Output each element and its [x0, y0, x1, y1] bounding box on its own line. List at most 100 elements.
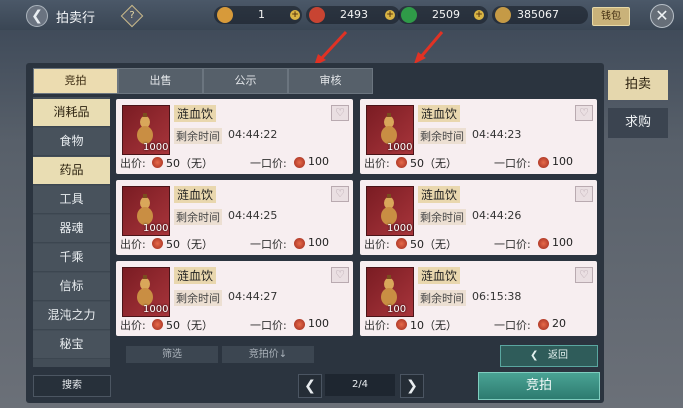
gourd-icon — [137, 113, 153, 144]
remaining-time-label: 剩余时间 — [418, 128, 466, 144]
bid-label: 出价: — [120, 157, 146, 170]
buyout-value: 100 — [552, 155, 573, 168]
category-tools[interactable]: 工具 — [33, 186, 110, 214]
red-coin-icon — [294, 157, 305, 168]
item-thumbnail: 1000 — [122, 267, 170, 317]
item-quantity: 1000 — [387, 223, 413, 234]
gourd-icon — [381, 275, 397, 306]
next-page-button[interactable]: ❯ — [400, 374, 424, 398]
buyout-value: 20 — [552, 317, 566, 330]
red-arrow-icon — [414, 31, 444, 64]
red-coin-icon — [294, 319, 305, 330]
favorite-heart-icon[interactable]: ♡ — [575, 186, 593, 202]
bid-value: 50（无） — [166, 238, 213, 251]
add-resource-button[interactable]: + — [474, 10, 484, 20]
favorite-heart-icon[interactable]: ♡ — [331, 186, 349, 202]
back-button[interactable]: ❮ — [26, 5, 48, 27]
tab-auction[interactable]: 竞拍 — [33, 68, 118, 94]
side-tab-auction[interactable]: 拍卖 — [608, 70, 668, 100]
item-name: 涟血饮 — [418, 267, 461, 284]
red-arrow-icon — [314, 30, 348, 66]
gourd-icon — [137, 194, 153, 225]
item-quantity: 1000 — [387, 142, 413, 153]
category-food[interactable]: 食物 — [33, 128, 110, 156]
favorite-heart-icon[interactable]: ♡ — [575, 267, 593, 283]
remaining-time: 04:44:25 — [228, 209, 278, 222]
search-button[interactable]: 搜索 — [33, 375, 111, 397]
bid-button[interactable]: 竞拍 — [478, 372, 600, 400]
auction-card[interactable]: 100 涟血饮 ♡ 剩余时间 06:15:38 出价: 10（无） 一口价: 2… — [360, 261, 597, 336]
item-name: 涟血饮 — [174, 105, 217, 122]
auction-card[interactable]: 1000 涟血饮 ♡ 剩余时间 04:44:27 出价: 50（无） 一口价: … — [116, 261, 353, 336]
bid-value: 50（无） — [166, 319, 213, 332]
auction-card[interactable]: 1000 涟血饮 ♡ 剩余时间 04:44:22 出价: 50（无） 一口价: … — [116, 99, 353, 174]
gourd-icon — [381, 113, 397, 144]
remaining-time-label: 剩余时间 — [174, 128, 222, 144]
category-soul[interactable]: 器魂 — [33, 215, 110, 243]
item-thumbnail: 1000 — [366, 105, 414, 155]
add-resource-button[interactable]: + — [290, 10, 300, 20]
auction-card[interactable]: 1000 涟血饮 ♡ 剩余时间 04:44:23 出价: 50（无） 一口价: … — [360, 99, 597, 174]
sort-button[interactable]: 竞拍价↓ — [222, 346, 314, 363]
item-quantity: 1000 — [143, 142, 169, 153]
page-indicator: 2/4 — [325, 374, 395, 396]
add-resource-button[interactable]: + — [385, 10, 395, 20]
resource-value: 2509 — [432, 8, 460, 21]
remaining-time-label: 剩余时间 — [174, 209, 222, 225]
category-treasure[interactable]: 秘宝 — [33, 331, 110, 359]
return-button[interactable]: ❮ 返回 — [500, 345, 598, 367]
category-consumables[interactable]: 消耗品 — [33, 99, 110, 127]
buyout-value: 100 — [308, 317, 329, 330]
bid-label: 出价: — [364, 157, 390, 170]
bid-value: 50（无） — [166, 157, 213, 170]
close-icon: ✕ — [655, 6, 669, 25]
bid-value: 10（无） — [410, 319, 457, 332]
buyout-value: 100 — [308, 236, 329, 249]
item-quantity: 100 — [387, 304, 407, 315]
favorite-heart-icon[interactable]: ♡ — [331, 105, 349, 121]
chevron-right-icon: ❯ — [406, 378, 418, 394]
category-chaos-power[interactable]: 混沌之力 — [33, 302, 110, 330]
gold-ingot-icon — [217, 7, 233, 23]
auction-card[interactable]: 1000 涟血饮 ♡ 剩余时间 04:44:26 出价: 50（无） 一口价: … — [360, 180, 597, 255]
back-arrow-icon: ❮ — [31, 8, 43, 24]
item-name: 涟血饮 — [418, 186, 461, 203]
tab-review[interactable]: 审核 — [288, 68, 373, 94]
category-medicine[interactable]: 药品 — [33, 157, 110, 185]
help-icon: ? — [129, 10, 135, 21]
prev-page-button[interactable]: ❮ — [298, 374, 322, 398]
remaining-time: 04:44:22 — [228, 128, 278, 141]
bid-label: 出价: — [364, 238, 390, 251]
auction-card[interactable]: 1000 涟血饮 ♡ 剩余时间 04:44:25 出价: 50（无） 一口价: … — [116, 180, 353, 255]
buyout-label: 一口价: — [494, 319, 531, 332]
gourd-icon — [381, 194, 397, 225]
tab-sell[interactable]: 出售 — [118, 68, 203, 94]
bid-value: 50（无） — [410, 238, 457, 251]
remaining-time: 04:44:27 — [228, 290, 278, 303]
category-beacon[interactable]: 信标 — [33, 273, 110, 301]
filter-button[interactable]: 筛选 — [126, 346, 218, 363]
red-coin-icon — [152, 238, 163, 249]
red-coin-icon — [396, 157, 407, 168]
buyout-label: 一口价: — [250, 238, 287, 251]
resource-value: 385067 — [517, 8, 559, 21]
red-coin-icon — [396, 238, 407, 249]
red-coin-icon — [538, 238, 549, 249]
item-thumbnail: 1000 — [122, 186, 170, 236]
tab-public[interactable]: 公示 — [203, 68, 288, 94]
favorite-heart-icon[interactable]: ♡ — [575, 105, 593, 121]
buyout-value: 100 — [552, 236, 573, 249]
gourd-icon — [137, 275, 153, 306]
favorite-heart-icon[interactable]: ♡ — [331, 267, 349, 283]
category-chariot[interactable]: 千乘 — [33, 244, 110, 272]
close-button[interactable]: ✕ — [650, 4, 674, 28]
chevron-left-icon: ❮ — [304, 378, 316, 394]
side-tab-wanted[interactable]: 求购 — [608, 108, 668, 138]
remaining-time: 04:44:23 — [472, 128, 522, 141]
resource-value: 1 — [258, 8, 265, 21]
remaining-time-label: 剩余时间 — [418, 209, 466, 225]
purse-button[interactable]: 钱包 — [592, 7, 630, 26]
page-title: 拍卖行 — [56, 11, 96, 26]
item-thumbnail: 1000 — [122, 105, 170, 155]
red-coin-icon — [294, 238, 305, 249]
